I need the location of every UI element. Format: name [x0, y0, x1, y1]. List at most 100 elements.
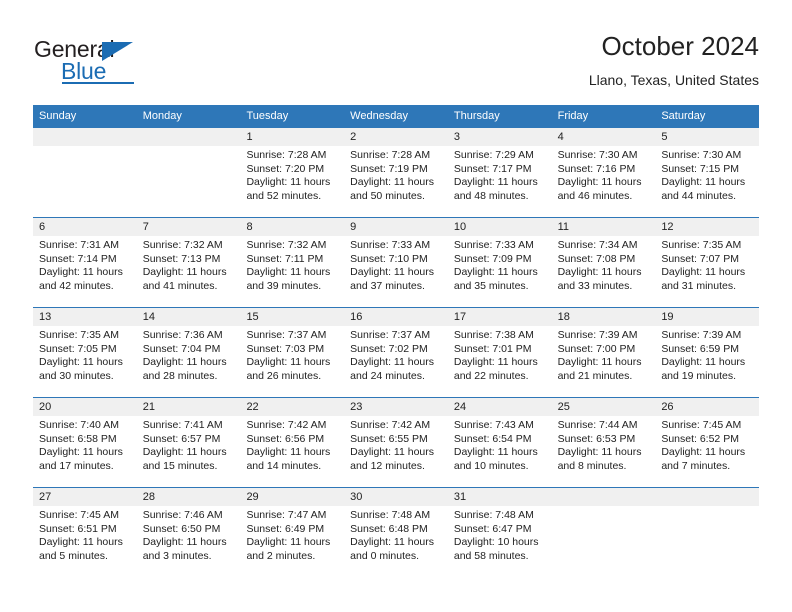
- day-cell[interactable]: Sunrise: 7:32 AM Sunset: 7:13 PM Dayligh…: [137, 236, 241, 307]
- day-number[interactable]: 17: [448, 308, 552, 326]
- day-cell[interactable]: Sunrise: 7:48 AM Sunset: 6:47 PM Dayligh…: [448, 506, 552, 577]
- weekday-header-sunday: Sunday: [39, 110, 77, 122]
- day-cell[interactable]: Sunrise: 7:45 AM Sunset: 6:51 PM Dayligh…: [33, 506, 137, 577]
- day-number[interactable]: 19: [655, 308, 759, 326]
- day-cell[interactable]: Sunrise: 7:37 AM Sunset: 7:03 PM Dayligh…: [240, 326, 344, 397]
- sunrise-text: Sunrise: 7:43 AM: [453, 419, 534, 431]
- day-number[interactable]: 8: [240, 218, 344, 236]
- weekday-header-saturday: Saturday: [661, 110, 706, 122]
- daylight-text: Daylight: 11 hours and 35 minutes.: [453, 266, 538, 292]
- day-number[interactable]: 14: [137, 308, 241, 326]
- day-number[interactable]: 31: [448, 488, 552, 506]
- day-cell[interactable]: Sunrise: 7:28 AM Sunset: 7:20 PM Dayligh…: [240, 146, 344, 217]
- daylight-text: Daylight: 11 hours and 39 minutes.: [246, 266, 331, 292]
- day-cell[interactable]: Sunrise: 7:35 AM Sunset: 7:07 PM Dayligh…: [655, 236, 759, 307]
- sunrise-text: Sunrise: 7:44 AM: [557, 419, 638, 431]
- week-body: Sunrise: 7:35 AM Sunset: 7:05 PM Dayligh…: [33, 326, 759, 397]
- day-number[interactable]: 6: [33, 218, 137, 236]
- daylight-text: Daylight: 11 hours and 42 minutes.: [39, 266, 123, 292]
- day-cell[interactable]: Sunrise: 7:30 AM Sunset: 7:16 PM Dayligh…: [552, 146, 656, 217]
- day-cell[interactable]: Sunrise: 7:34 AM Sunset: 7:08 PM Dayligh…: [552, 236, 656, 307]
- day-cell[interactable]: [137, 146, 241, 217]
- day-cell[interactable]: Sunrise: 7:40 AM Sunset: 6:58 PM Dayligh…: [33, 416, 137, 487]
- day-number[interactable]: 27: [33, 488, 137, 506]
- day-cell[interactable]: Sunrise: 7:33 AM Sunset: 7:10 PM Dayligh…: [344, 236, 448, 307]
- logo-underline: [62, 82, 134, 84]
- day-number[interactable]: 18: [552, 308, 656, 326]
- sunrise-text: Sunrise: 7:31 AM: [39, 239, 119, 251]
- day-number[interactable]: [552, 488, 656, 506]
- sunrise-text: Sunrise: 7:35 AM: [661, 239, 742, 251]
- day-cell[interactable]: Sunrise: 7:38 AM Sunset: 7:01 PM Dayligh…: [448, 326, 552, 397]
- week-body: Sunrise: 7:31 AM Sunset: 7:14 PM Dayligh…: [33, 236, 759, 307]
- day-number[interactable]: 23: [344, 398, 448, 416]
- day-cell[interactable]: Sunrise: 7:48 AM Sunset: 6:48 PM Dayligh…: [344, 506, 448, 577]
- day-cell[interactable]: Sunrise: 7:39 AM Sunset: 6:59 PM Dayligh…: [655, 326, 759, 397]
- sunrise-text: Sunrise: 7:42 AM: [246, 419, 327, 431]
- day-number[interactable]: [33, 128, 137, 146]
- daylight-text: Daylight: 11 hours and 15 minutes.: [142, 446, 227, 472]
- day-number[interactable]: 16: [344, 308, 448, 326]
- day-cell[interactable]: Sunrise: 7:42 AM Sunset: 6:56 PM Dayligh…: [240, 416, 344, 487]
- day-cell[interactable]: Sunrise: 7:41 AM Sunset: 6:57 PM Dayligh…: [137, 416, 241, 487]
- day-number[interactable]: 11: [552, 218, 656, 236]
- day-number[interactable]: 26: [655, 398, 759, 416]
- day-number[interactable]: 5: [655, 128, 759, 146]
- day-cell[interactable]: Sunrise: 7:29 AM Sunset: 7:17 PM Dayligh…: [448, 146, 552, 217]
- day-cell[interactable]: Sunrise: 7:44 AM Sunset: 6:53 PM Dayligh…: [552, 416, 656, 487]
- day-number[interactable]: 28: [137, 488, 241, 506]
- day-cell[interactable]: Sunrise: 7:35 AM Sunset: 7:05 PM Dayligh…: [33, 326, 137, 397]
- sunrise-text: Sunrise: 7:37 AM: [350, 329, 431, 341]
- day-cell[interactable]: Sunrise: 7:31 AM Sunset: 7:14 PM Dayligh…: [33, 236, 137, 307]
- day-number[interactable]: [137, 128, 241, 146]
- day-number[interactable]: 2: [344, 128, 448, 146]
- week-row: 27 28 29 30 31 Sunrise: 7:45 AM Sunset: …: [33, 487, 759, 577]
- day-cell[interactable]: [655, 506, 759, 577]
- day-number[interactable]: 12: [655, 218, 759, 236]
- day-cell[interactable]: Sunrise: 7:32 AM Sunset: 7:11 PM Dayligh…: [240, 236, 344, 307]
- logo-triangle-icon: [102, 42, 133, 61]
- day-cell[interactable]: Sunrise: 7:45 AM Sunset: 6:52 PM Dayligh…: [655, 416, 759, 487]
- day-number[interactable]: 29: [240, 488, 344, 506]
- day-number[interactable]: 1: [240, 128, 344, 146]
- day-number[interactable]: 25: [552, 398, 656, 416]
- sunrise-text: Sunrise: 7:45 AM: [39, 509, 119, 521]
- sunrise-text: Sunrise: 7:39 AM: [661, 329, 742, 341]
- day-cell[interactable]: Sunrise: 7:28 AM Sunset: 7:19 PM Dayligh…: [344, 146, 448, 217]
- day-cell[interactable]: Sunrise: 7:37 AM Sunset: 7:02 PM Dayligh…: [344, 326, 448, 397]
- day-cell[interactable]: Sunrise: 7:30 AM Sunset: 7:15 PM Dayligh…: [655, 146, 759, 217]
- day-number[interactable]: 22: [240, 398, 344, 416]
- day-number[interactable]: 3: [448, 128, 552, 146]
- daylight-text: Daylight: 11 hours and 12 minutes.: [350, 446, 435, 472]
- daylight-text: Daylight: 11 hours and 37 minutes.: [350, 266, 435, 292]
- daylight-text: Daylight: 11 hours and 31 minutes.: [661, 266, 746, 292]
- day-cell[interactable]: Sunrise: 7:42 AM Sunset: 6:55 PM Dayligh…: [344, 416, 448, 487]
- daylight-text: Daylight: 11 hours and 26 minutes.: [246, 356, 331, 382]
- day-number[interactable]: 20: [33, 398, 137, 416]
- day-number[interactable]: 10: [448, 218, 552, 236]
- day-number[interactable]: 24: [448, 398, 552, 416]
- day-number[interactable]: 30: [344, 488, 448, 506]
- day-cell[interactable]: Sunrise: 7:43 AM Sunset: 6:54 PM Dayligh…: [448, 416, 552, 487]
- sunrise-text: Sunrise: 7:32 AM: [142, 239, 223, 251]
- day-cell[interactable]: [33, 146, 137, 217]
- weekday-header-thursday: Thursday: [453, 110, 500, 122]
- sunset-text: Sunset: 7:03 PM: [246, 342, 325, 355]
- daylight-text: Daylight: 11 hours and 52 minutes.: [246, 176, 331, 202]
- weekday-header-row: Sunday Monday Tuesday Wednesday Thursday…: [33, 105, 759, 127]
- day-number[interactable]: 4: [552, 128, 656, 146]
- week-body: Sunrise: 7:40 AM Sunset: 6:58 PM Dayligh…: [33, 416, 759, 487]
- day-cell[interactable]: [552, 506, 656, 577]
- day-number[interactable]: 7: [137, 218, 241, 236]
- day-number[interactable]: 15: [240, 308, 344, 326]
- weekday-header-wednesday: Wednesday: [350, 110, 409, 122]
- day-cell[interactable]: Sunrise: 7:39 AM Sunset: 7:00 PM Dayligh…: [552, 326, 656, 397]
- day-cell[interactable]: Sunrise: 7:36 AM Sunset: 7:04 PM Dayligh…: [137, 326, 241, 397]
- day-number[interactable]: [655, 488, 759, 506]
- day-cell[interactable]: Sunrise: 7:47 AM Sunset: 6:49 PM Dayligh…: [240, 506, 344, 577]
- day-number[interactable]: 13: [33, 308, 137, 326]
- day-number[interactable]: 21: [137, 398, 241, 416]
- day-number[interactable]: 9: [344, 218, 448, 236]
- day-cell[interactable]: Sunrise: 7:46 AM Sunset: 6:50 PM Dayligh…: [137, 506, 241, 577]
- day-cell[interactable]: Sunrise: 7:33 AM Sunset: 7:09 PM Dayligh…: [448, 236, 552, 307]
